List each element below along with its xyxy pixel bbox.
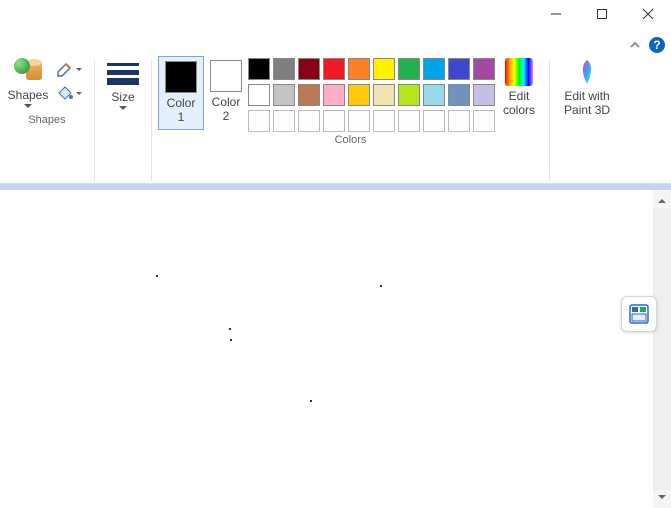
color-1-button[interactable]: Color 1 — [158, 56, 204, 130]
custom-color-slot[interactable] — [348, 110, 370, 132]
shapes-group-label: Shapes — [28, 112, 65, 130]
paint3d-group: Edit with Paint 3D — [550, 56, 624, 136]
color-palette — [248, 56, 495, 132]
size-button-label: Size — [111, 90, 134, 104]
palette-swatch[interactable] — [473, 58, 495, 80]
color-1-swatch — [165, 61, 197, 93]
shape-fill-button[interactable] — [56, 86, 82, 102]
shapes-group: Shapes — [0, 56, 94, 130]
vertical-scrollbar[interactable] — [653, 190, 671, 508]
colors-group-label: Colors — [335, 132, 367, 150]
color-2-label: Color 2 — [212, 96, 241, 124]
palette-swatch[interactable] — [423, 58, 445, 80]
edit-colors-label: Edit colors — [503, 90, 535, 118]
palette-swatch[interactable] — [273, 58, 295, 80]
palette-swatch[interactable] — [248, 58, 270, 80]
chevron-down-icon — [76, 68, 82, 74]
floating-panel-button[interactable] — [621, 296, 657, 332]
palette-swatch[interactable] — [348, 84, 370, 106]
custom-color-slot[interactable] — [398, 110, 420, 132]
window-titlebar — [0, 0, 671, 34]
pencil-outline-icon — [56, 62, 74, 78]
custom-color-slot[interactable] — [373, 110, 395, 132]
minimize-window-button[interactable] — [533, 0, 579, 28]
palette-swatch[interactable] — [448, 84, 470, 106]
palette-swatch[interactable] — [273, 84, 295, 106]
palette-swatch[interactable] — [298, 84, 320, 106]
scroll-down-button[interactable] — [653, 490, 671, 508]
palette-swatch[interactable] — [373, 58, 395, 80]
palette-swatch[interactable] — [348, 58, 370, 80]
palette-swatch[interactable] — [473, 84, 495, 106]
canvas-area — [0, 190, 671, 508]
palette-swatch[interactable] — [323, 58, 345, 80]
close-window-button[interactable] — [625, 0, 671, 28]
palette-swatch[interactable] — [323, 84, 345, 106]
edit-with-paint3d-button[interactable]: Edit with Paint 3D — [556, 56, 618, 118]
line-weight-icon — [107, 60, 139, 88]
maximize-window-button[interactable] — [579, 0, 625, 28]
custom-color-slot[interactable] — [448, 110, 470, 132]
palette-swatch[interactable] — [423, 84, 445, 106]
rainbow-icon — [505, 58, 533, 86]
shapes-button-label: Shapes — [8, 88, 49, 102]
color-1-label: Color 1 — [167, 97, 196, 125]
paint3d-label: Edit with Paint 3D — [564, 90, 610, 118]
shape-outline-button[interactable] — [56, 62, 82, 78]
custom-color-slot[interactable] — [323, 110, 345, 132]
shapes-icon — [14, 58, 42, 86]
fill-bucket-icon — [56, 86, 74, 102]
color-2-swatch — [210, 60, 242, 92]
chevron-down-icon — [119, 106, 127, 114]
help-button[interactable]: ? — [649, 37, 665, 53]
scroll-up-button[interactable] — [653, 190, 671, 208]
ribbon-collapse-button[interactable] — [629, 39, 641, 51]
chevron-down-icon — [76, 92, 82, 98]
shapes-button[interactable]: Shapes — [6, 56, 50, 112]
custom-color-slot[interactable] — [273, 110, 295, 132]
paint3d-icon — [573, 58, 601, 86]
panel-icon — [629, 304, 649, 324]
colors-group: Color 1 Color 2 Edit colors Colors — [152, 56, 549, 150]
size-button[interactable]: Size — [101, 56, 145, 114]
ribbon-meta-row: ? — [0, 34, 671, 56]
palette-swatch[interactable] — [398, 58, 420, 80]
palette-swatch[interactable] — [248, 84, 270, 106]
edit-colors-button[interactable]: Edit colors — [495, 56, 543, 118]
drawing-canvas[interactable] — [0, 200, 640, 508]
custom-color-slot[interactable] — [298, 110, 320, 132]
custom-color-slot[interactable] — [473, 110, 495, 132]
ribbon: Shapes — [0, 56, 671, 184]
palette-swatch[interactable] — [398, 84, 420, 106]
size-group: Size — [95, 56, 151, 132]
custom-color-slot[interactable] — [423, 110, 445, 132]
palette-swatch[interactable] — [298, 58, 320, 80]
palette-swatch[interactable] — [448, 58, 470, 80]
custom-color-slot[interactable] — [248, 110, 270, 132]
color-2-button[interactable]: Color 2 — [204, 56, 248, 128]
chevron-down-icon — [24, 104, 32, 112]
palette-swatch[interactable] — [373, 84, 395, 106]
